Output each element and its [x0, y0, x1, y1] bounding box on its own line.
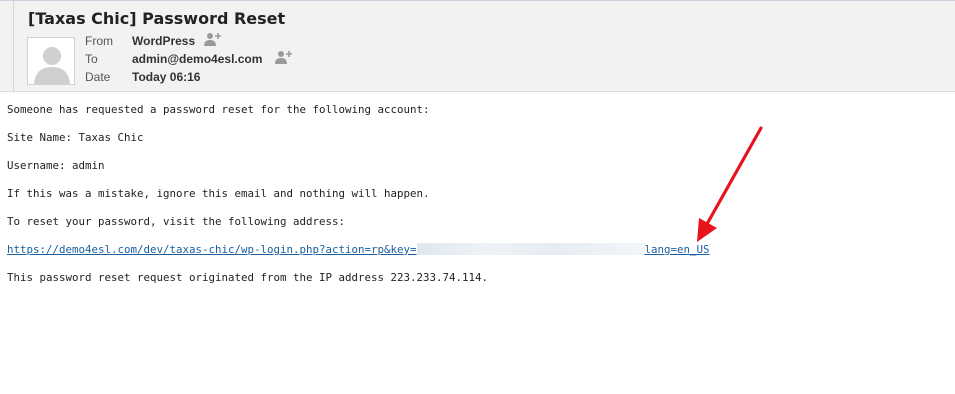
add-contact-icon[interactable] [275, 50, 293, 64]
red-arrow-icon [697, 126, 763, 242]
add-contact-icon[interactable] [204, 32, 222, 46]
reset-link[interactable]: https://demo4esl.com/dev/taxas-chic/wp-l… [7, 243, 710, 256]
reset-link-end[interactable]: lang=en_US [645, 243, 710, 256]
redacted-key [416, 243, 645, 255]
body-line-ip: This password reset request originated f… [7, 271, 489, 284]
body-line-instructions: To reset your password, visit the follow… [7, 215, 346, 228]
from-label: From [85, 34, 113, 48]
body-line-site-name: Site Name: Taxas Chic [7, 131, 144, 144]
avatar-placeholder-icon [28, 38, 74, 84]
body-line-mistake: If this was a mistake, ignore this email… [7, 187, 430, 200]
body-line-request: Someone has requested a password reset f… [7, 103, 430, 116]
date-value: Today 06:16 [132, 70, 201, 84]
body-line-username: Username: admin [7, 159, 105, 172]
date-label: Date [85, 70, 111, 84]
sender-avatar [27, 37, 75, 85]
reset-link-start[interactable]: https://demo4esl.com/dev/taxas-chic/wp-l… [7, 243, 417, 256]
to-value[interactable]: admin@demo4esl.com [132, 52, 262, 66]
to-label: To [85, 52, 98, 66]
email-header: [Taxas Chic] Password Reset From WordPre… [0, 0, 955, 93]
email-subject: [Taxas Chic] Password Reset [28, 9, 286, 28]
header-divider [13, 1, 14, 93]
from-value[interactable]: WordPress [132, 34, 195, 48]
